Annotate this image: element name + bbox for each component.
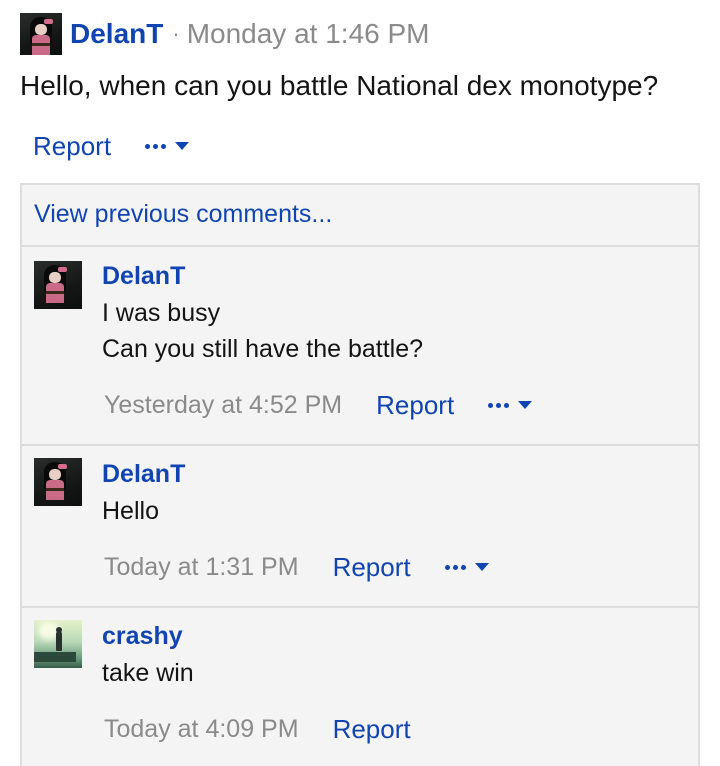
- avatar[interactable]: [20, 13, 62, 55]
- caret-down-icon: [518, 401, 533, 409]
- comment-author-link[interactable]: DelanT: [102, 262, 185, 291]
- ellipsis-icon: [488, 402, 510, 408]
- comment-text: I was busy: [102, 299, 221, 327]
- view-previous-comments-link[interactable]: View previous comments...: [34, 200, 332, 229]
- post-author-link[interactable]: DelanT: [70, 18, 163, 50]
- comment-text: Can you still have the battle?: [102, 335, 424, 363]
- avatar[interactable]: [34, 261, 82, 309]
- caret-down-icon: [474, 563, 489, 571]
- post-header: DelanT · Monday at 1:46 PM: [20, 13, 430, 55]
- comment-timestamp[interactable]: Today at 1:31 PM: [104, 553, 299, 582]
- divider: [22, 245, 698, 247]
- ellipsis-icon: [444, 564, 466, 570]
- divider: [22, 444, 698, 446]
- avatar[interactable]: [34, 620, 82, 668]
- comment-author-link[interactable]: DelanT: [102, 460, 185, 489]
- comment-actions: Yesterday at 4:52 PM Report: [104, 388, 533, 422]
- comment-text: Hello: [102, 497, 159, 525]
- comment-timestamp[interactable]: Yesterday at 4:52 PM: [104, 391, 342, 420]
- post-message: Hello, when can you battle National dex …: [20, 70, 659, 101]
- avatar[interactable]: [34, 458, 82, 506]
- more-options-button[interactable]: [444, 563, 489, 571]
- report-button[interactable]: Report: [333, 714, 411, 745]
- divider: [22, 606, 698, 608]
- report-button[interactable]: Report: [33, 131, 111, 162]
- report-button[interactable]: Report: [333, 552, 411, 583]
- comment-actions: Today at 1:31 PM Report: [104, 550, 489, 584]
- comment-actions: Today at 4:09 PM Report: [104, 712, 411, 746]
- caret-down-icon: [175, 142, 190, 150]
- post-timestamp[interactable]: Monday at 1:46 PM: [187, 18, 430, 50]
- post-actions: Report: [33, 129, 190, 163]
- comment-text: take win: [102, 659, 194, 687]
- comments-section: View previous comments... DelanT I was b…: [20, 183, 700, 766]
- comment-timestamp[interactable]: Today at 4:09 PM: [104, 715, 299, 744]
- comment-author-link[interactable]: crashy: [102, 622, 183, 651]
- separator: ·: [172, 21, 180, 46]
- report-button[interactable]: Report: [376, 390, 454, 421]
- ellipsis-icon: [145, 143, 167, 149]
- more-options-button[interactable]: [145, 142, 190, 150]
- more-options-button[interactable]: [488, 401, 533, 409]
